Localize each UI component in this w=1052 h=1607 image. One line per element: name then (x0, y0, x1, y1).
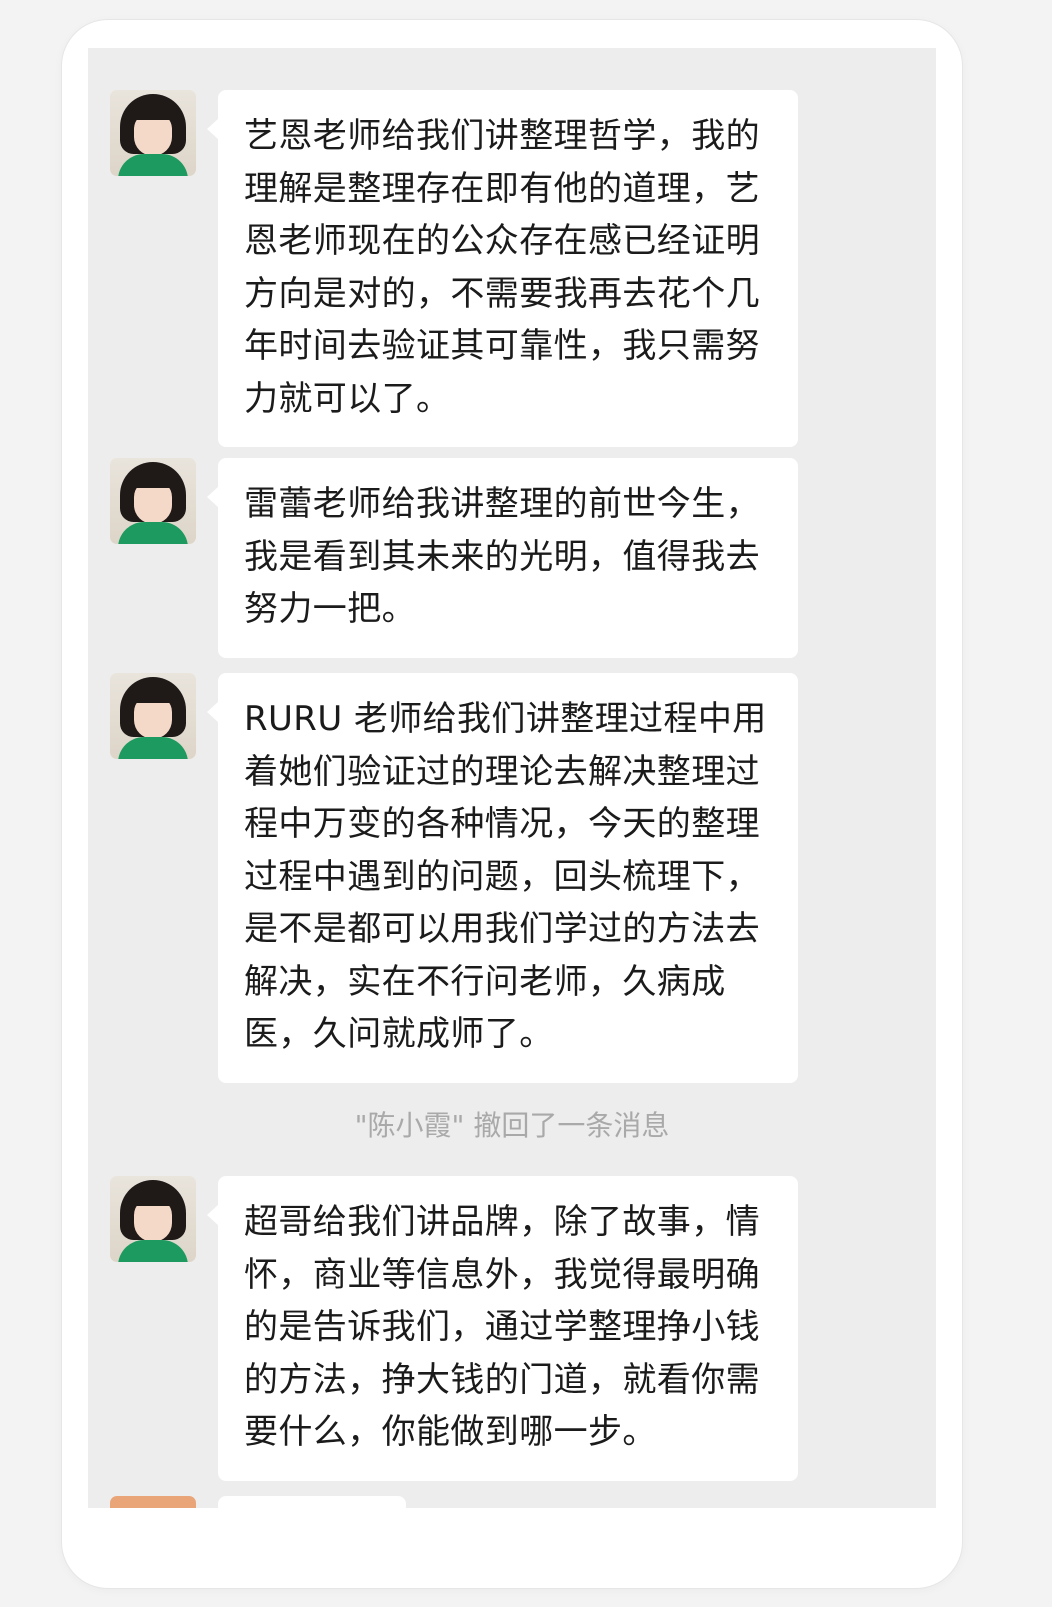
viewport-edge (88, 1508, 936, 1564)
avatar[interactable] (110, 673, 196, 759)
message-bubble[interactable]: 艺恩老师给我们讲整理哲学，我的理解是整理存在即有他的道理，艺恩老师现在的公众存在… (207, 90, 798, 447)
avatar[interactable] (110, 90, 196, 176)
recall-notice: "陈小霞" 撤回了一条消息 (354, 1109, 670, 1142)
avatar[interactable] (110, 458, 196, 544)
message-bubble[interactable]: RURU 老师给我们讲整理过程中用着她们验证过的理论去解决整理过程中万变的各种情… (207, 673, 798, 1083)
chat-history[interactable]: 艺恩老师给我们讲整理哲学，我的理解是整理存在即有他的道理，艺恩老师现在的公众存在… (88, 48, 936, 1564)
message-bubble[interactable]: 超哥给我们讲品牌，除了故事，情怀，商业等信息外，我觉得最明确的是告诉我们，通过学… (207, 1176, 798, 1481)
message-bubble[interactable]: 雷蕾老师给我讲整理的前世今生，我是看到其未来的光明，值得我去努力一把。 (207, 458, 798, 658)
avatar[interactable] (110, 1176, 196, 1262)
